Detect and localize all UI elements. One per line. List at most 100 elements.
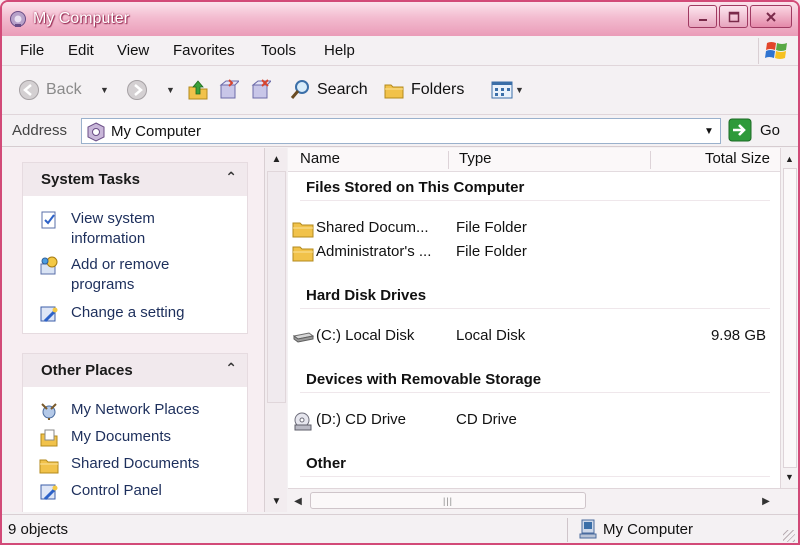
menu-bar: File Edit View Favorites Tools Help	[2, 36, 798, 66]
scroll-thumb[interactable]	[267, 171, 286, 403]
scroll-up-button[interactable]: ▲	[267, 150, 286, 168]
collapse-icon[interactable]: ⌃	[225, 360, 237, 377]
menu-favorites[interactable]: Favorites	[173, 42, 235, 59]
file-list-vertical-scrollbar[interactable]: ▲ ▼	[780, 148, 798, 488]
shared-documents-link[interactable]: Shared Documents	[39, 454, 199, 475]
control-panel-icon	[40, 306, 58, 323]
status-location: My Computer	[579, 519, 693, 539]
column-type[interactable]: Type	[459, 150, 492, 167]
group-other: Other	[306, 455, 347, 472]
item-type: File Folder	[456, 243, 527, 260]
column-name[interactable]: Name	[300, 150, 340, 167]
list-item[interactable]: Administrator's ... File Folder	[292, 242, 772, 264]
window-controls	[686, 5, 792, 28]
system-tasks-header[interactable]: System Tasks ⌃	[23, 163, 247, 196]
item-type: Local Disk	[456, 327, 526, 344]
link-label: Add or remove programs	[71, 256, 170, 293]
forward-history-dropdown[interactable]: ▼	[166, 85, 175, 95]
address-bar: Address My Computer ▼ Go	[2, 115, 798, 147]
scroll-down-button[interactable]: ▼	[267, 492, 286, 510]
forward-button[interactable]	[126, 79, 154, 101]
collapse-icon[interactable]: ⌃	[225, 169, 237, 186]
menu-tools[interactable]: Tools	[261, 42, 296, 59]
maximize-button[interactable]	[719, 5, 748, 28]
menu-edit[interactable]: Edit	[68, 42, 94, 59]
folders-button[interactable]: Folders	[383, 79, 464, 101]
address-dropdown-button[interactable]: ▼	[700, 121, 718, 141]
task-pane: System Tasks ⌃ View system information A…	[2, 148, 264, 512]
delete-button[interactable]	[249, 79, 277, 101]
address-input[interactable]: My Computer ▼	[81, 118, 721, 144]
group-hard-disk-drives: Hard Disk Drives	[306, 287, 427, 304]
my-computer-icon	[10, 11, 26, 27]
explorer-window: My Computer File Edit View Favorites Too…	[0, 0, 800, 545]
scroll-right-button[interactable]: ▶	[758, 493, 774, 509]
maximize-icon	[728, 11, 739, 22]
link-label: Shared Documents	[71, 455, 200, 472]
list-item[interactable]: (C:) Local Disk Local Disk 9.98 GB	[292, 326, 772, 348]
search-label: Search	[317, 81, 368, 98]
column-separator[interactable]	[650, 151, 651, 169]
windows-logo-icon	[758, 38, 794, 64]
column-separator[interactable]	[448, 151, 449, 169]
title-bar[interactable]: My Computer	[2, 2, 798, 36]
column-header-row: Name Type Total Size	[288, 148, 780, 172]
scroll-left-button[interactable]: ◀	[290, 493, 306, 509]
list-item[interactable]: (D:) CD Drive CD Drive	[292, 410, 772, 432]
search-icon	[290, 80, 309, 99]
control-panel-link[interactable]: Control Panel	[39, 481, 162, 502]
resize-grip[interactable]	[783, 530, 795, 542]
group-files-stored: Files Stored on This Computer	[306, 179, 525, 196]
task-pane-scrollbar[interactable]: ▲ ▼	[264, 148, 287, 512]
back-history-dropdown[interactable]: ▼	[100, 85, 109, 95]
link-label: View system information	[71, 210, 155, 247]
column-total-size[interactable]: Total Size	[705, 150, 770, 167]
go-button[interactable]: Go	[728, 118, 780, 142]
change-a-setting-link[interactable]: Change a setting	[39, 303, 184, 324]
search-button[interactable]: Search	[289, 79, 368, 101]
address-value: My Computer	[111, 123, 202, 140]
my-documents-icon	[40, 429, 58, 447]
move-to-button[interactable]	[217, 79, 245, 101]
link-label: Control Panel	[71, 482, 162, 499]
cd-drive-icon	[294, 412, 312, 431]
other-places-title: Other Places	[41, 362, 133, 379]
folder-icon	[292, 222, 314, 238]
status-divider	[567, 518, 568, 542]
back-button[interactable]: Back	[18, 79, 82, 101]
menu-help[interactable]: Help	[324, 42, 355, 59]
file-list-horizontal-scrollbar[interactable]: ◀ ||| ▶	[288, 488, 798, 512]
list-item[interactable]: Shared Docum... File Folder	[292, 218, 772, 240]
menu-view[interactable]: View	[117, 42, 149, 59]
scroll-up-button[interactable]: ▲	[781, 150, 798, 168]
computer-icon	[579, 519, 597, 539]
my-network-places-link[interactable]: My Network Places	[39, 400, 199, 421]
object-count: 9 objects	[8, 521, 69, 538]
file-list: Name Type Total Size Files Stored on Thi…	[288, 148, 780, 488]
add-remove-programs-link[interactable]: Add or remove programs	[39, 255, 201, 295]
item-name: (D:) CD Drive	[316, 411, 406, 428]
scroll-down-button[interactable]: ▼	[781, 468, 798, 486]
views-button[interactable]: ▼	[491, 79, 524, 101]
my-computer-icon	[87, 122, 105, 142]
network-places-icon	[41, 403, 57, 420]
menu-file[interactable]: File	[20, 42, 44, 59]
my-documents-link[interactable]: My Documents	[39, 427, 171, 448]
item-name: Administrator's ...	[316, 243, 432, 260]
folder-icon	[39, 459, 59, 474]
back-label: Back	[46, 81, 82, 98]
scroll-thumb[interactable]: |||	[310, 492, 586, 509]
group-divider	[300, 392, 770, 393]
close-button[interactable]	[750, 5, 792, 28]
status-location-label: My Computer	[603, 520, 694, 538]
minimize-icon	[698, 18, 707, 21]
view-system-information-link[interactable]: View system information	[39, 209, 201, 249]
other-places-header[interactable]: Other Places ⌃	[23, 354, 247, 387]
minimize-button[interactable]	[688, 5, 717, 28]
hard-disk-icon	[292, 332, 314, 343]
up-button[interactable]	[187, 79, 215, 101]
item-size: 9.98 GB	[710, 327, 766, 344]
move-to-icon	[219, 79, 239, 99]
scroll-thumb[interactable]	[783, 168, 797, 468]
system-info-icon	[41, 211, 56, 229]
